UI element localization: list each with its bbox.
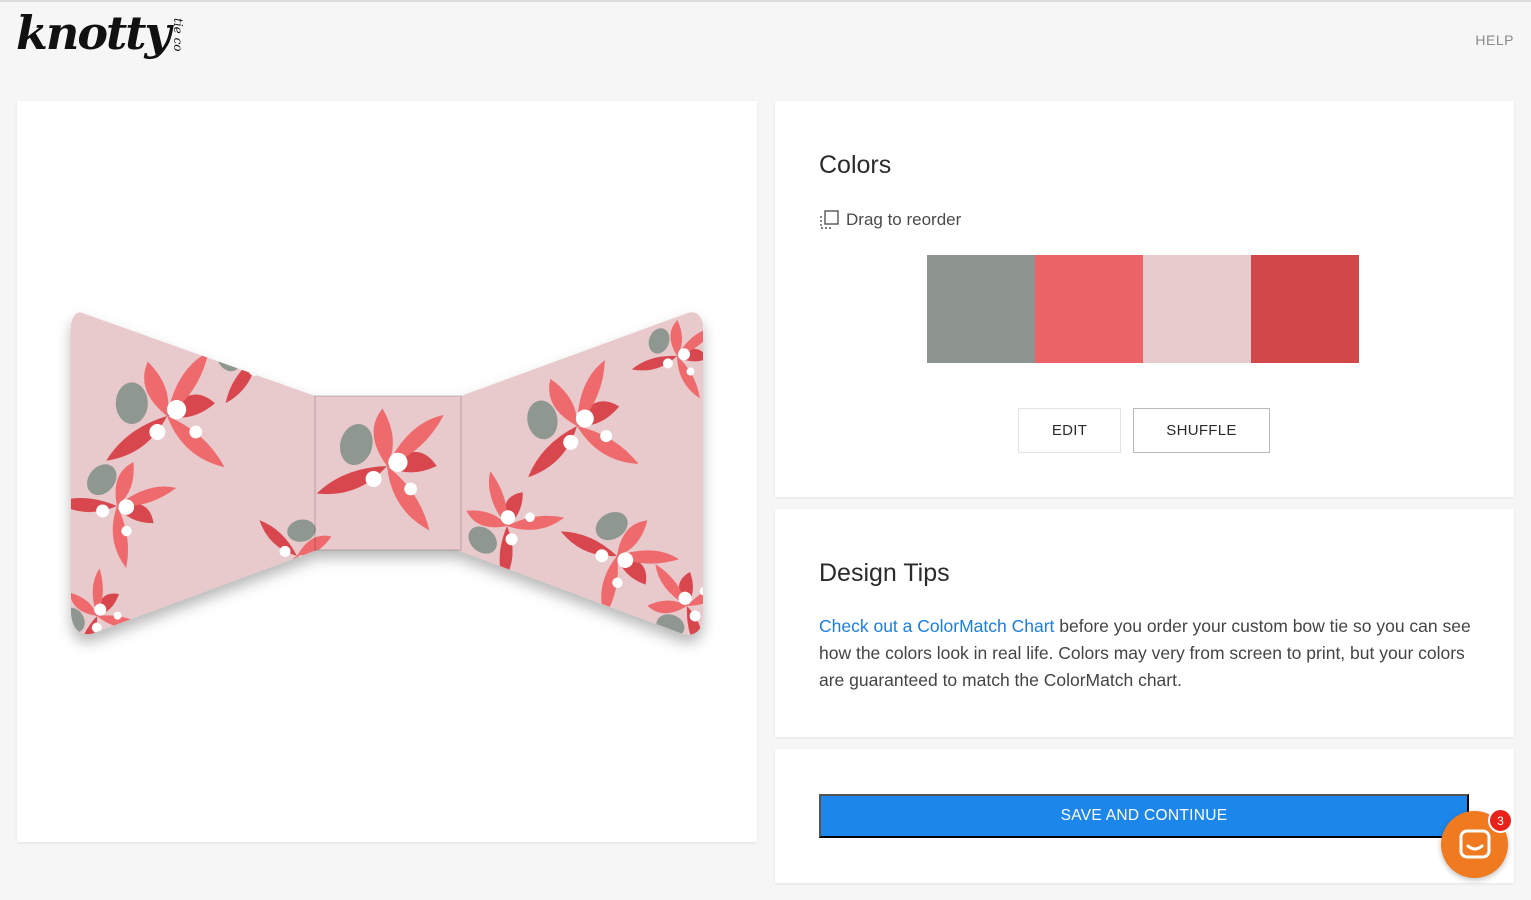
color-swatch-1[interactable] xyxy=(927,255,1035,363)
color-actions: EDIT SHUFFLE xyxy=(1018,408,1270,453)
logo-wordmark: knotty xyxy=(16,6,171,60)
drag-reorder-icon xyxy=(820,210,839,229)
bowtie-preview-image: .lf-red { fill: #d8474d; } .lf-coral { f… xyxy=(71,312,703,635)
save-and-continue-button[interactable]: SAVE AND CONTINUE xyxy=(819,794,1469,838)
save-panel: SAVE AND CONTINUE xyxy=(775,749,1514,883)
shuffle-colors-button[interactable]: SHUFFLE xyxy=(1133,408,1270,453)
colors-panel: Colors Drag to reorder EDIT SHUFFLE xyxy=(775,101,1514,497)
color-swatches xyxy=(927,255,1359,363)
edit-colors-button[interactable]: EDIT xyxy=(1018,408,1121,453)
logo-subtext: tie co xyxy=(171,18,186,52)
chat-icon xyxy=(1459,829,1490,858)
color-swatch-3[interactable] xyxy=(1143,255,1251,363)
bowtie-preview-panel: .lf-red { fill: #d8474d; } .lf-coral { f… xyxy=(17,101,757,842)
color-swatch-2[interactable] xyxy=(1035,255,1143,363)
design-tips-title: Design Tips xyxy=(819,559,950,587)
drag-hint-label: Drag to reorder xyxy=(846,209,962,229)
top-border xyxy=(0,0,1531,2)
chat-unread-badge: 3 xyxy=(1488,808,1513,833)
help-link[interactable]: HELP xyxy=(1475,32,1514,48)
knotty-logo[interactable]: knotty tie co xyxy=(16,6,186,72)
design-tips-panel: Design Tips Check out a ColorMatch Chart… xyxy=(775,509,1514,737)
drag-hint: Drag to reorder xyxy=(819,209,961,230)
colormatch-chart-link[interactable]: Check out a ColorMatch Chart xyxy=(819,616,1054,636)
design-tips-text: Check out a ColorMatch Chart before you … xyxy=(819,613,1479,694)
color-swatch-4[interactable] xyxy=(1251,255,1359,363)
colors-title: Colors xyxy=(819,151,892,179)
